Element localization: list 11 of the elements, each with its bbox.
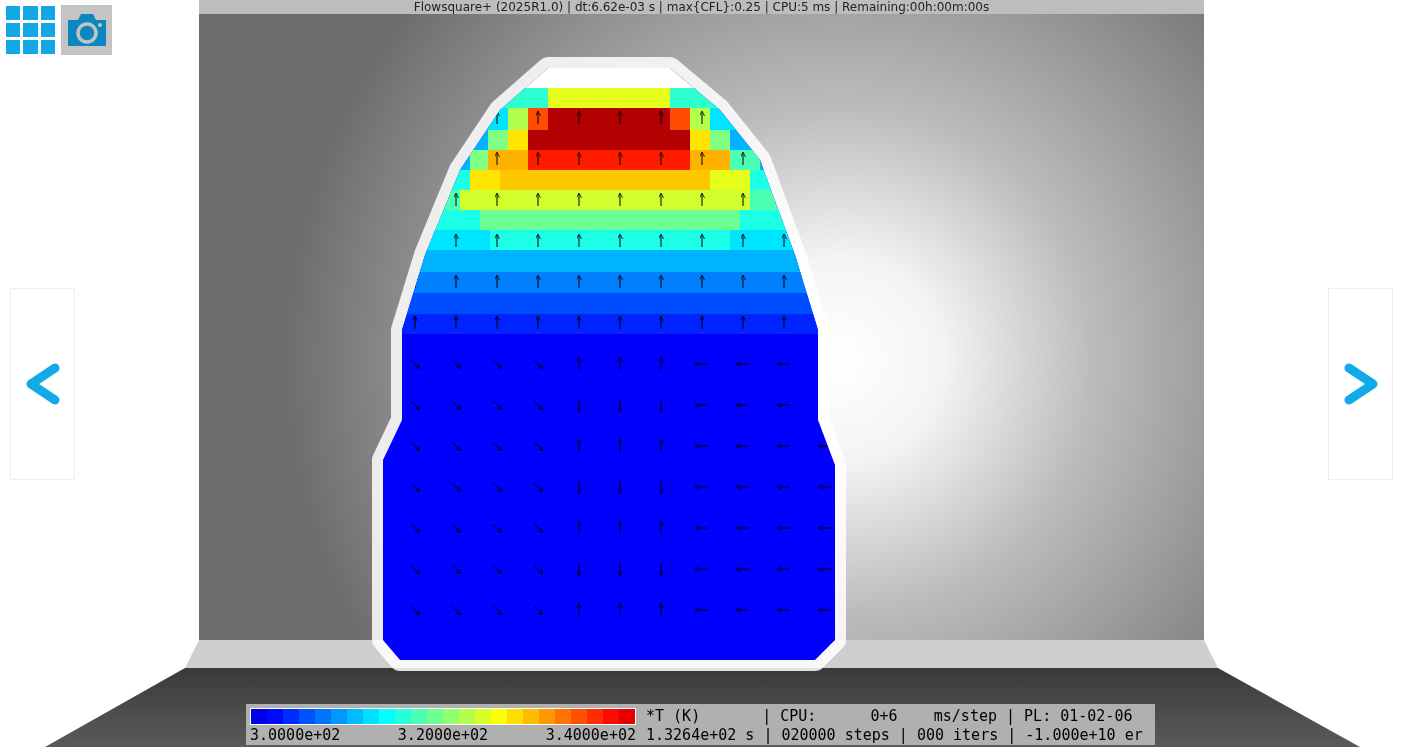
- colorbar-tick-label: 3.4000e+02: [545, 726, 636, 745]
- colorbar-tick-label: 3.2000e+02: [397, 726, 489, 745]
- grid-menu-icon[interactable]: [5, 5, 56, 55]
- next-button[interactable]: [1328, 288, 1393, 480]
- title-bar: Flowsquare+ (2025R1.0) | dt:6.62e-03 s | max{CFL}:0.25 | CPU:5 ms | Remaining:00h:00m:00s: [199, 0, 1204, 14]
- run-info: 1.3264e+02 s | 020000 steps | 000 iters | -1.000e+10 er: [646, 726, 1143, 745]
- variable-label: *T (K): [646, 707, 701, 726]
- previous-button[interactable]: [10, 288, 75, 480]
- colorbar-tick-label: 3.0000e+02: [250, 726, 341, 745]
- camera-icon[interactable]: [61, 5, 112, 55]
- cpu-info: | CPU: 0+6 ms/step | PL: 01-02-06: [762, 707, 1133, 726]
